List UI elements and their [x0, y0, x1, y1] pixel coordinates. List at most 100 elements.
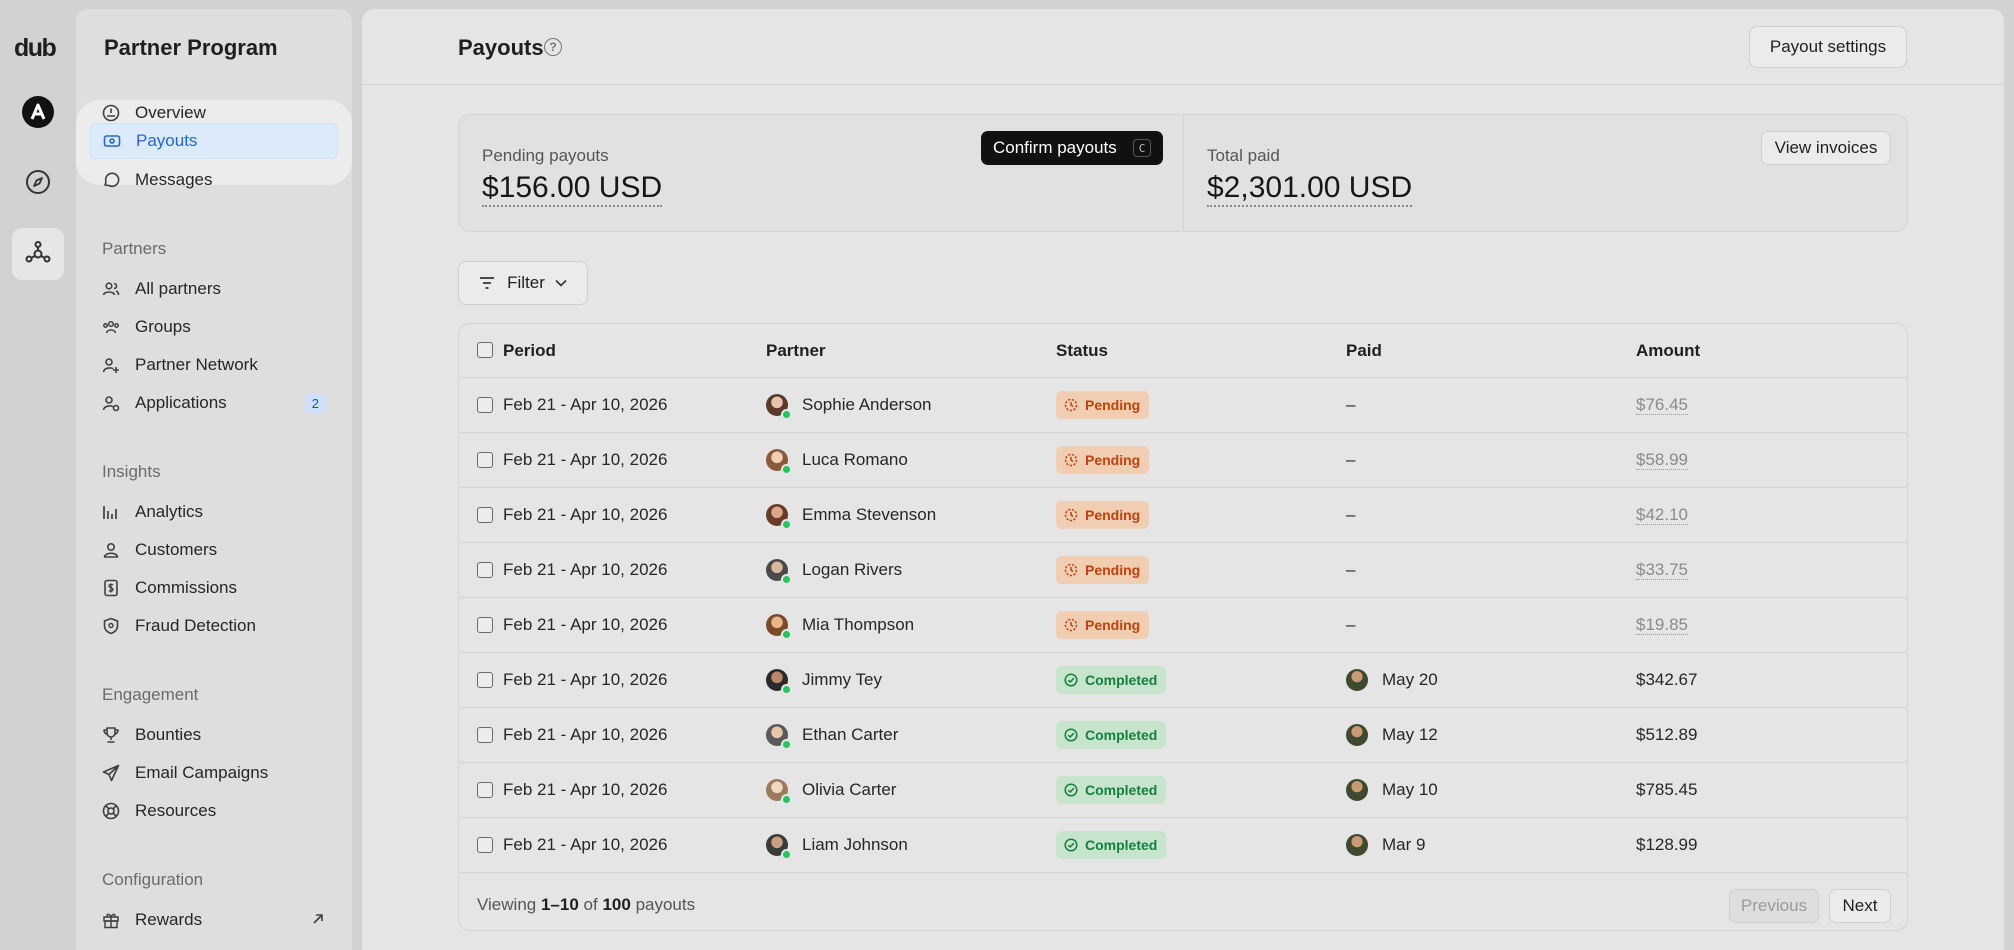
table-row[interactable]: Feb 21 - Apr 10, 2026 Emma Stevenson Pen… [459, 488, 1907, 543]
column-header-paid[interactable]: Paid [1346, 341, 1382, 361]
partner-cell[interactable]: Liam Johnson [766, 818, 908, 872]
payout-settings-button[interactable]: Payout settings [1749, 26, 1907, 68]
sidebar-item-applications[interactable]: Applications 2 [90, 385, 338, 421]
partner-cell[interactable]: Ethan Carter [766, 708, 898, 762]
help-icon[interactable]: ? [544, 38, 562, 56]
sidebar-item-analytics[interactable]: Analytics [90, 494, 338, 530]
sidebar-item-payouts[interactable]: Payouts [90, 123, 338, 159]
status-label: Completed [1085, 837, 1158, 853]
sidebar-item-bounties[interactable]: Bounties [90, 717, 338, 753]
main-content: Payouts ? Payout settings Pending payout… [362, 9, 2004, 950]
lifebuoy-icon [102, 802, 120, 820]
amount-value[interactable]: $58.99 [1636, 450, 1688, 470]
filter-button[interactable]: Filter [458, 261, 588, 305]
row-checkbox[interactable] [477, 617, 493, 633]
row-checkbox[interactable] [477, 782, 493, 798]
table-row[interactable]: Feb 21 - Apr 10, 2026 Sophie Anderson Pe… [459, 378, 1907, 433]
row-checkbox[interactable] [477, 452, 493, 468]
column-header-partner[interactable]: Partner [766, 341, 826, 361]
row-checkbox[interactable] [477, 672, 493, 688]
partner-cell[interactable]: Olivia Carter [766, 763, 896, 817]
table-row[interactable]: Feb 21 - Apr 10, 2026 Logan Rivers Pendi… [459, 543, 1907, 598]
sidebar-item-resources[interactable]: Resources [90, 793, 338, 829]
app-rail: dub [0, 0, 76, 950]
partner-avatar [766, 724, 792, 750]
online-status-dot [781, 409, 792, 420]
partner-cell[interactable]: Sophie Anderson [766, 378, 932, 432]
online-status-dot [781, 794, 792, 805]
confirm-payouts-button[interactable]: Confirm payouts C [981, 131, 1163, 165]
partner-name: Luca Romano [802, 450, 908, 469]
partner-avatar [766, 614, 792, 640]
sidebar-item-fraud-detection[interactable]: Fraud Detection [90, 608, 338, 644]
table-row[interactable]: Feb 21 - Apr 10, 2026 Mia Thompson Pendi… [459, 598, 1907, 653]
row-checkbox[interactable] [477, 727, 493, 743]
status-cell: Completed [1056, 818, 1167, 872]
table-row[interactable]: Feb 21 - Apr 10, 2026 Olivia Carter Comp… [459, 763, 1907, 818]
pending-payouts-label: Pending payouts [482, 146, 609, 165]
table-row[interactable]: Feb 21 - Apr 10, 2026 Luca Romano Pendin… [459, 433, 1907, 488]
status-badge: Pending [1056, 611, 1150, 639]
sidebar-item-email-campaigns[interactable]: Email Campaigns [90, 755, 338, 791]
user-plus-icon [102, 356, 120, 374]
dub-logo[interactable]: dub [14, 34, 57, 63]
row-checkbox[interactable] [477, 397, 493, 413]
table-row[interactable]: Feb 21 - Apr 10, 2026 Jimmy Tey Complete… [459, 653, 1907, 708]
partner-name: Ethan Carter [802, 725, 899, 744]
table-row[interactable]: Feb 21 - Apr 10, 2026 Liam Johnson Compl… [459, 818, 1907, 873]
partner-avatar [766, 834, 792, 860]
column-header-amount[interactable]: Amount [1636, 341, 1700, 361]
total-paid-label: Total paid [1207, 146, 1280, 165]
partner-cell[interactable]: Logan Rivers [766, 543, 902, 597]
select-all-checkbox[interactable] [477, 342, 493, 358]
check-circle-icon [1064, 838, 1078, 852]
status-label: Pending [1085, 562, 1141, 578]
paid-date: – [1346, 505, 1356, 524]
amount-cell: $33.75 [1636, 543, 1688, 597]
clock-icon [1064, 453, 1078, 467]
status-label: Pending [1085, 617, 1141, 633]
column-header-period[interactable]: Period [503, 341, 556, 361]
amount-value[interactable]: $42.10 [1636, 505, 1688, 525]
total-paid-value: $2,301.00 USD [1207, 171, 1413, 207]
period-cell: Feb 21 - Apr 10, 2026 [503, 505, 668, 524]
next-page-button[interactable]: Next [1829, 889, 1891, 923]
sidebar-item-label: Commissions [135, 578, 238, 597]
rail-partners-button[interactable] [12, 228, 64, 280]
column-header-status[interactable]: Status [1056, 341, 1108, 361]
partner-cell[interactable]: Emma Stevenson [766, 488, 936, 542]
sidebar-item-customers[interactable]: Customers [90, 532, 338, 568]
workspace-avatar[interactable] [12, 86, 64, 138]
clock-icon [1064, 398, 1078, 412]
previous-page-button[interactable]: Previous [1729, 889, 1819, 923]
table-row[interactable]: Feb 21 - Apr 10, 2026 Ethan Carter Compl… [459, 708, 1907, 763]
sidebar-item-messages[interactable]: Messages [90, 162, 338, 198]
period-cell: Feb 21 - Apr 10, 2026 [503, 395, 668, 414]
view-invoices-button[interactable]: View invoices [1761, 131, 1891, 165]
sidebar-item-rewards[interactable]: Rewards [90, 902, 338, 938]
paid-cell: May 20 [1346, 653, 1438, 707]
amount-value[interactable]: $19.85 [1636, 615, 1688, 635]
partner-cell[interactable]: Mia Thompson [766, 598, 914, 652]
sidebar-item-label: Customers [135, 540, 218, 559]
online-status-dot [781, 464, 792, 475]
amount-value[interactable]: $33.75 [1636, 560, 1688, 580]
payouts-table: Period Partner Status Paid Amount Feb 21… [458, 323, 1908, 931]
partner-cell[interactable]: Luca Romano [766, 433, 908, 487]
sidebar-title: Partner Program [104, 35, 278, 60]
sidebar-item-label: Bounties [135, 725, 202, 744]
sidebar-item-commissions[interactable]: Commissions [90, 570, 338, 606]
row-checkbox[interactable] [477, 837, 493, 853]
row-checkbox[interactable] [477, 507, 493, 523]
sidebar-item-all-partners[interactable]: All partners [90, 271, 338, 307]
sidebar-item-partner-network[interactable]: Partner Network [90, 347, 338, 383]
rail-explore-button[interactable] [12, 156, 64, 208]
applications-count-badge: 2 [304, 394, 326, 413]
partner-cell[interactable]: Jimmy Tey [766, 653, 882, 707]
row-checkbox[interactable] [477, 562, 493, 578]
amount-value[interactable]: $76.45 [1636, 395, 1688, 415]
users-icon [102, 280, 120, 298]
amount-cell: $128.99 [1636, 818, 1697, 872]
sidebar-item-groups[interactable]: Groups [90, 309, 338, 345]
status-cell: Completed [1056, 763, 1167, 817]
